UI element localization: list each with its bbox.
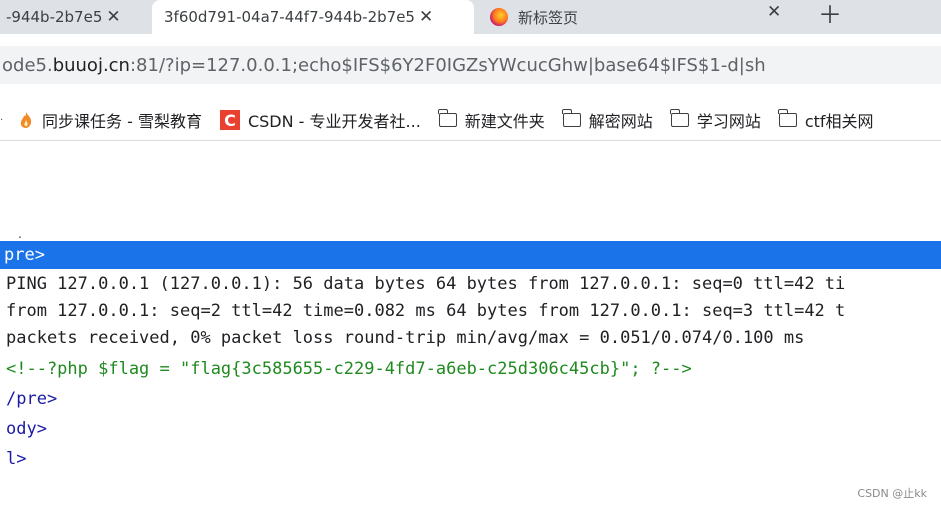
address-bar[interactable]: ode5.buuoj.cn:81/?ip=127.0.0.1;echo$IFS$… (0, 46, 941, 84)
flag-comment-line: <!--?php $flag = "flag{3c585655-c229-4fd… (6, 359, 692, 379)
source-tag-line: ody> (6, 419, 47, 439)
csdn-icon: C (219, 110, 240, 130)
bookmark-folder[interactable]: 学习网站 (670, 108, 761, 132)
firefox-icon (490, 8, 508, 26)
bookmark-label: 解密网站 (588, 112, 653, 131)
stray-dot: . (18, 227, 22, 241)
tab-title: 新标签页 (518, 8, 579, 27)
flame-icon (20, 112, 32, 128)
selected-source-line[interactable]: pre> (0, 241, 941, 269)
bookmark-folder[interactable]: 解密网站 (562, 108, 653, 132)
close-icon[interactable]: ✕ (106, 7, 120, 27)
tab-active[interactable]: 3f60d791-04a7-44f7-944b-2b7e5 ✕ (152, 0, 474, 34)
new-tab-icon[interactable]: ＋ (818, 0, 842, 30)
source-line: packets received, 0% packet loss round-t… (6, 328, 805, 348)
folder-icon (562, 109, 581, 127)
bookmark-folder[interactable]: ctf相关网 (778, 108, 874, 132)
toolbar: ode5.buuoj.cn:81/?ip=127.0.0.1;echo$IFS$… (0, 34, 941, 96)
bookmark-label: ctf相关网 (804, 112, 874, 131)
source-tag-line: /pre> (6, 389, 58, 409)
close-icon[interactable]: ✕ (419, 7, 433, 27)
source-line: from 127.0.0.1: seq=2 ttl=42 time=0.082 … (6, 301, 846, 321)
tab-title: 3f60d791-04a7-44f7-944b-2b7e5 (164, 8, 415, 26)
bookmark-label: CSDN - 专业开发者社... (247, 112, 421, 131)
source-line: PING 127.0.0.1 (127.0.0.1): 56 data byte… (6, 274, 846, 294)
tab-title: -944b-2b7e5 (6, 8, 103, 26)
watermark: CSDN @止kk (857, 487, 927, 500)
source-tag-line: l> (6, 449, 27, 469)
page-source-view: . pre> PING 127.0.0.1 (127.0.0.1): 56 da… (0, 141, 941, 509)
folder-icon (670, 109, 689, 127)
tab-previous[interactable]: -944b-2b7e5 ✕ (0, 0, 146, 34)
tab-new-tab-page[interactable]: 新标签页 (490, 0, 750, 34)
url-text[interactable]: ode5.buuoj.cn:81/?ip=127.0.0.1;echo$IFS$… (0, 55, 766, 76)
bookmark-item[interactable]: C CSDN - 专业开发者社... (219, 108, 421, 132)
bookmark-label: 同步课任务 - 雪梨教育 (42, 112, 202, 131)
close-icon[interactable]: ✕ (767, 2, 781, 22)
bookmark-label: 学习网站 (696, 112, 761, 131)
folder-icon (778, 109, 797, 127)
bookmark-label: 新建文件夹 (464, 112, 545, 131)
bookmark-item[interactable]: 同步课任务 - 雪梨教育 (18, 108, 202, 132)
tab-strip: -944b-2b7e5 ✕ 3f60d791-04a7-44f7-944b-2b… (0, 0, 941, 34)
bookmark-folder[interactable]: 新建文件夹 (438, 108, 545, 132)
overflow-indicator: · (0, 114, 4, 126)
bookmarks-bar: · 同步课任务 - 雪梨教育 C CSDN - 专业开发者社... 新建文件夹 … (0, 100, 941, 141)
folder-icon (438, 109, 457, 127)
